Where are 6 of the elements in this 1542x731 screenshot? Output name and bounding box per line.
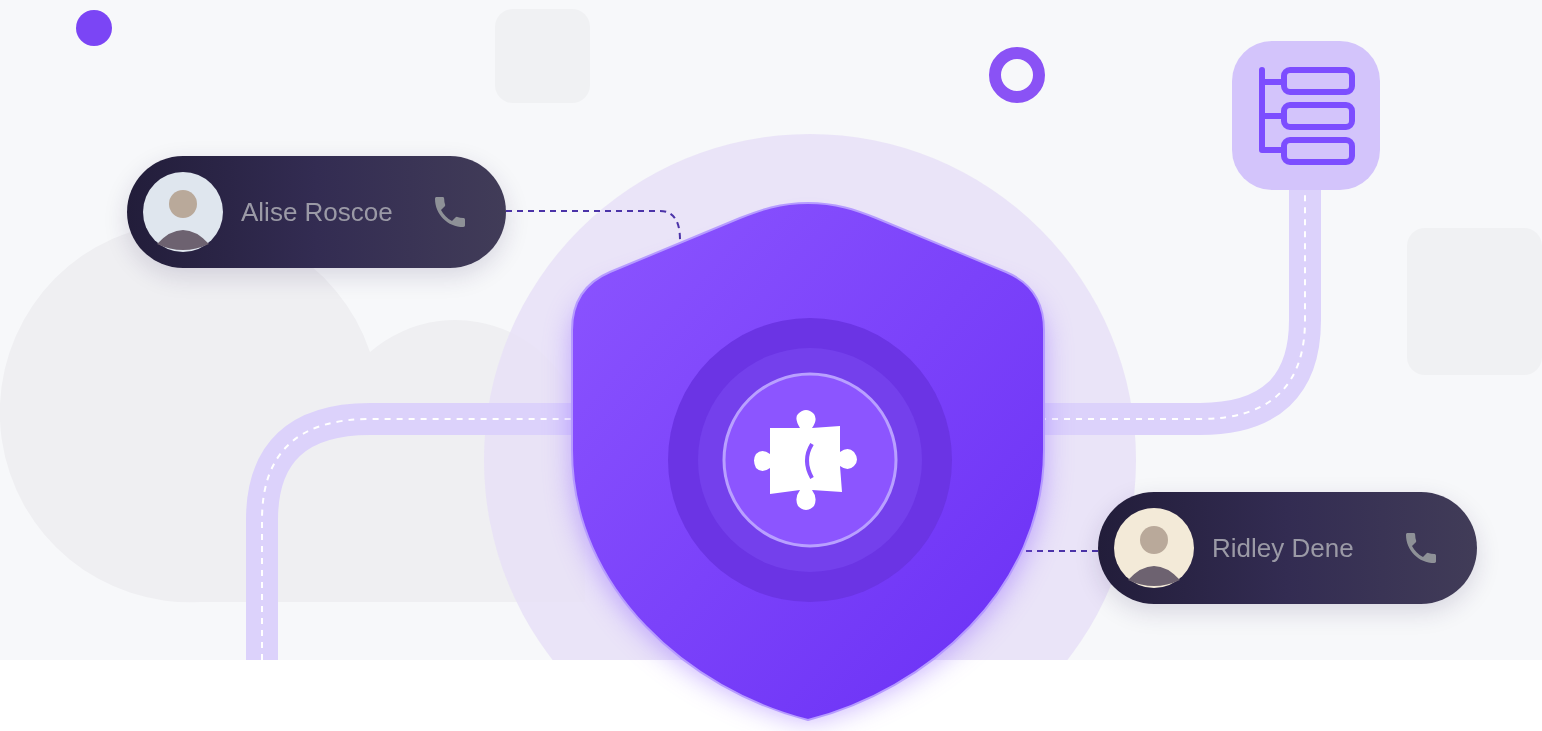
puzzle-icon [754, 410, 857, 510]
hierarchy-icon [1232, 41, 1380, 190]
contact-name: Ridley Dene [1212, 532, 1355, 564]
contact-name: Alise Roscoe [241, 196, 394, 228]
ring-icon [989, 47, 1045, 103]
dot-icon [76, 10, 112, 46]
